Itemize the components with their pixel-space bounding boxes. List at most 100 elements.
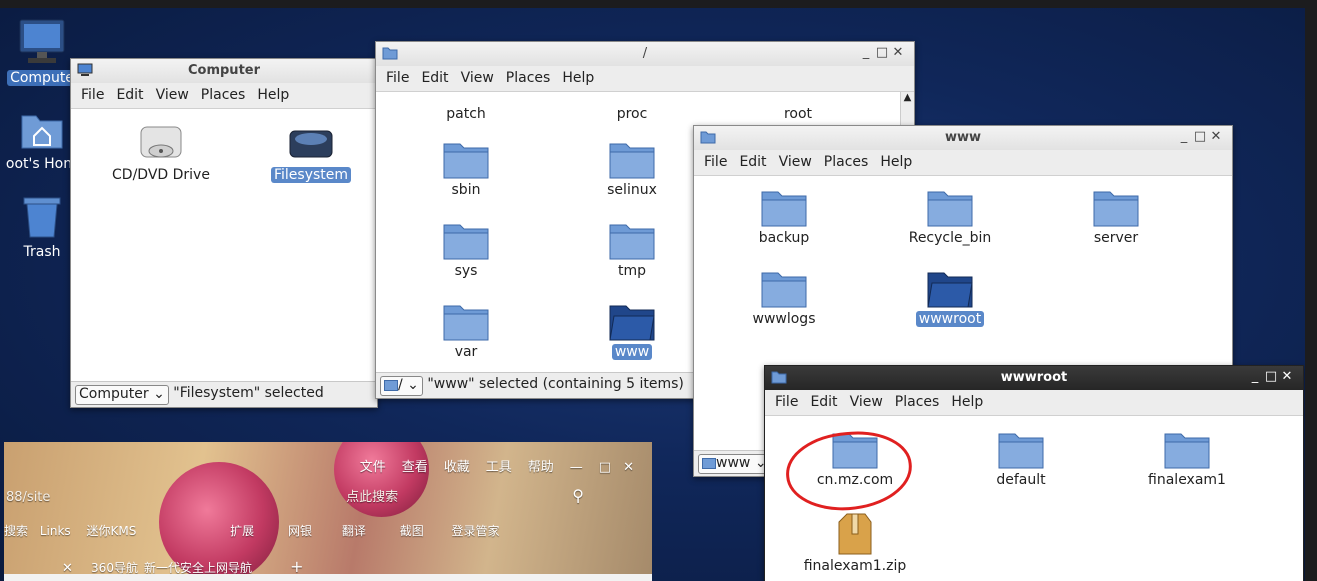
menu-file[interactable]: File [81, 87, 104, 103]
bookmark[interactable]: 搜索 [4, 524, 28, 538]
folder-open-icon [927, 272, 973, 308]
folder-icon [761, 272, 807, 308]
folder-sys[interactable]: sys [406, 221, 526, 279]
item-patch[interactable]: patch [406, 104, 526, 122]
menu-view[interactable]: View [156, 87, 189, 103]
search-icon[interactable]: ⚲ [572, 486, 584, 505]
minimize-icon[interactable]: _ [858, 45, 874, 60]
scroll-up-arrow[interactable]: ▲ [901, 92, 914, 103]
desktop-icon-label: Trash [23, 244, 61, 260]
item-label: proc [616, 106, 648, 122]
folder-icon [927, 191, 973, 227]
address-bar[interactable]: 88/site [4, 490, 294, 505]
folder-wwwlogs[interactable]: wwwlogs [724, 269, 844, 327]
folder-tmp[interactable]: tmp [572, 221, 692, 279]
root-titlebar[interactable]: / _ □ ✕ [376, 42, 914, 66]
menu-help[interactable]: Help [257, 87, 289, 103]
menu-view[interactable]: View [461, 70, 494, 86]
close-icon[interactable]: ✕ [623, 460, 634, 475]
item-label: root [783, 106, 813, 122]
bookmark[interactable]: 翻译 [342, 524, 366, 538]
folder-backup[interactable]: backup [724, 188, 844, 246]
menu-item[interactable]: 工具 [486, 460, 512, 475]
location-dropdown[interactable]: / ⌄ [380, 376, 423, 396]
item-root[interactable]: root [738, 104, 858, 122]
item-proc[interactable]: proc [572, 104, 692, 122]
menu-edit[interactable]: Edit [739, 154, 766, 170]
folder-icon [609, 143, 655, 179]
close-icon[interactable]: ✕ [1208, 129, 1224, 144]
item-filesystem[interactable]: Filesystem [251, 121, 371, 183]
menu-view[interactable]: View [850, 394, 883, 410]
menu-item[interactable]: 文件 [360, 460, 386, 475]
folder-icon [443, 143, 489, 179]
menu-file[interactable]: File [775, 394, 798, 410]
browser-address-row: 88/site 点此搜索 ⚲ [4, 486, 652, 505]
computer-titlebar[interactable]: Computer [71, 59, 377, 83]
www-titlebar[interactable]: www _ □ ✕ [694, 126, 1232, 150]
folder-var[interactable]: var [406, 302, 526, 360]
close-icon[interactable]: ✕ [1279, 369, 1295, 384]
maximize-icon[interactable]: □ [1192, 129, 1208, 144]
minimize-icon[interactable]: — [570, 460, 583, 475]
folder-wwwroot[interactable]: wwwroot [890, 269, 1010, 327]
menu-help[interactable]: Help [880, 154, 912, 170]
location-dropdown[interactable]: Computer ⌄ [75, 385, 169, 405]
menu-file[interactable]: File [704, 154, 727, 170]
folder-finalexam1[interactable]: finalexam1 [1127, 430, 1247, 488]
bookmark[interactable]: 登录管家 [452, 524, 500, 538]
bookmarks-bar: 搜索 Links 迷你KMS 扩展 网银 翻译 截图 登录管家 [4, 522, 652, 539]
menu-item[interactable]: 帮助 [528, 460, 554, 475]
computer-window: Computer File Edit View Places Help CD/DVD D… [70, 58, 378, 408]
watermark: https://blog.csdn.net/hst_gogogo [1021, 555, 1291, 571]
folder-www[interactable]: www [572, 302, 692, 360]
window-title: wwwroot [1000, 370, 1068, 385]
menu-places[interactable]: Places [895, 394, 940, 410]
browser-tab[interactable]: 360导航_新一代安全上网导航 [91, 561, 252, 575]
archive-icon [838, 513, 872, 555]
rose-decoration [334, 442, 429, 517]
status-bar: Computer ⌄ "Filesystem" selected [71, 381, 377, 407]
file-finalexam1-zip[interactable]: finalexam1.zip [795, 512, 915, 574]
menu-item[interactable]: 收藏 [444, 460, 470, 475]
bookmark[interactable]: 网银 [288, 524, 312, 538]
wwwroot-titlebar[interactable]: wwwroot _ □ ✕ [765, 366, 1303, 390]
menu-places[interactable]: Places [824, 154, 869, 170]
menu-help[interactable]: Help [951, 394, 983, 410]
search-input[interactable]: 点此搜索 [298, 486, 568, 505]
bookmark[interactable]: 迷你KMS [87, 524, 137, 538]
folder-server[interactable]: server [1056, 188, 1176, 246]
item-label: server [1093, 230, 1139, 246]
folder-recycle-bin[interactable]: Recycle_bin [890, 188, 1010, 246]
close-icon[interactable]: ✕ [890, 45, 906, 60]
menu-edit[interactable]: Edit [421, 70, 448, 86]
menu-item[interactable]: 查看 [402, 460, 428, 475]
minimize-icon[interactable]: _ [1247, 369, 1263, 384]
item-label: www [611, 344, 653, 360]
menu-edit[interactable]: Edit [810, 394, 837, 410]
folder-icon [609, 224, 655, 260]
folder-small-icon [702, 457, 716, 469]
menu-view[interactable]: View [779, 154, 812, 170]
harddisk-icon [289, 130, 333, 158]
folder-icon [761, 191, 807, 227]
minimize-icon[interactable]: _ [1176, 129, 1192, 144]
menu-places[interactable]: Places [506, 70, 551, 86]
menu-file[interactable]: File [386, 70, 409, 86]
folder-default[interactable]: default [961, 430, 1081, 488]
folder-sbin[interactable]: sbin [406, 140, 526, 198]
maximize-icon[interactable]: □ [1263, 369, 1279, 384]
maximize-icon[interactable]: □ [874, 45, 890, 60]
maximize-icon[interactable]: □ [599, 460, 611, 475]
menu-bar: File Edit View Places Help [694, 150, 1232, 176]
trash-icon [23, 197, 61, 238]
bookmark[interactable]: 截图 [400, 524, 424, 538]
item-cd-dvd-drive[interactable]: CD/DVD Drive [101, 121, 221, 183]
folder-selinux[interactable]: selinux [572, 140, 692, 198]
bookmark[interactable]: Links [40, 524, 71, 538]
menu-places[interactable]: Places [201, 87, 246, 103]
location-dropdown[interactable]: www ⌄ [698, 454, 771, 474]
bookmark[interactable]: 扩展 [230, 524, 254, 538]
menu-edit[interactable]: Edit [116, 87, 143, 103]
menu-help[interactable]: Help [562, 70, 594, 86]
